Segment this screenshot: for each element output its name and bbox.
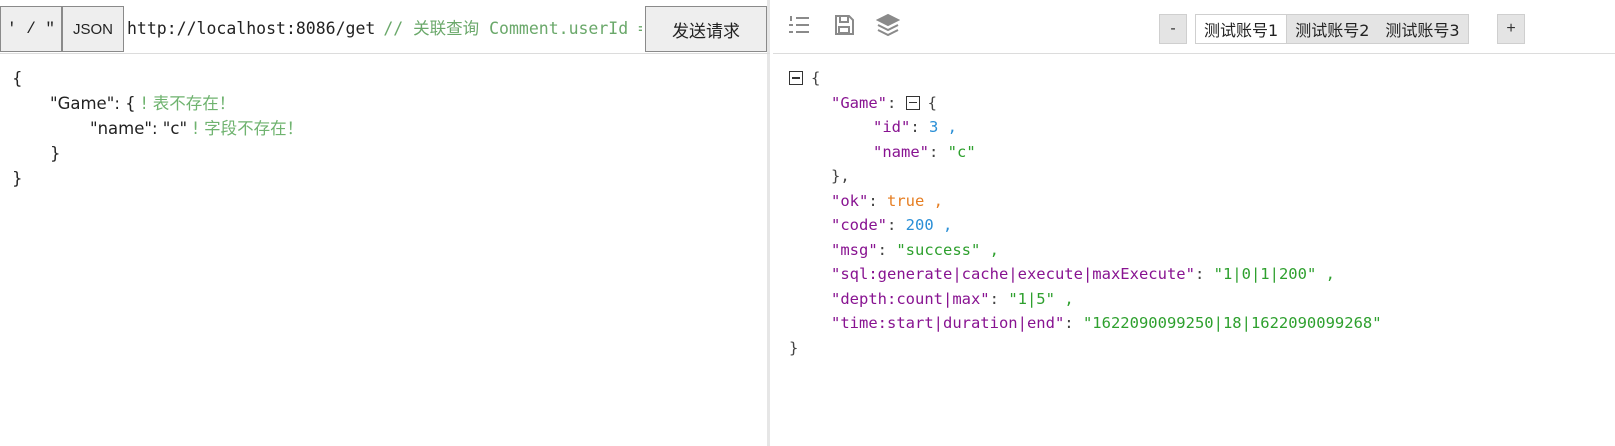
account-tabs: 测试账号1 测试账号2 测试账号3 — [1195, 14, 1469, 44]
json-key: "name" — [90, 119, 152, 138]
json-line: }, — [789, 164, 1382, 189]
json-key: "ok" — [831, 191, 869, 210]
send-request-button[interactable]: 发送请求 — [645, 6, 767, 52]
code-line: "name": "c" ! 字段不存在！ — [12, 116, 303, 141]
json-line: "ok": true , — [789, 189, 1382, 214]
code-line: { — [12, 66, 303, 91]
url-text: http://localhost:8086/get — [127, 19, 376, 38]
json-value: "1|0|1|200" — [1213, 265, 1317, 283]
json-key: "Game" — [831, 93, 887, 112]
json-key: "depth:count|max" — [831, 289, 990, 308]
json-line: "Game": { — [789, 91, 1382, 116]
tab-account-1[interactable]: 测试账号1 — [1196, 15, 1288, 43]
field-missing-warning: ! 字段不存在！ — [187, 119, 304, 138]
json-value: true — [887, 191, 925, 210]
url-comment: // 关联查询 Comment.userId = — [383, 19, 642, 38]
tab-account-2[interactable]: 测试账号2 — [1287, 15, 1377, 43]
brace: { — [12, 69, 23, 88]
json-value: "success" — [896, 240, 981, 259]
punctuation: : { — [114, 94, 136, 113]
quote-toggle-button[interactable]: ' / " — [0, 6, 62, 52]
brace: } — [12, 169, 23, 188]
brace: } — [50, 144, 61, 163]
json-line: } — [789, 336, 1382, 361]
collapse-icon[interactable] — [905, 95, 920, 110]
table-missing-warning: ! 表不存在！ — [135, 94, 236, 113]
layers-icon[interactable] — [876, 13, 900, 37]
list-icon[interactable] — [787, 13, 811, 37]
add-account-button[interactable]: + — [1497, 14, 1525, 44]
response-viewer: { "Game": { "id": 3 , "name": "c" }, "ok… — [789, 66, 1382, 360]
brace: } — [789, 338, 799, 357]
json-value: "1|5" — [1008, 289, 1055, 308]
remove-account-button[interactable]: - — [1159, 14, 1187, 44]
code-line: "Game": { ! 表不存在！ — [12, 91, 303, 116]
json-key: "time:start|duration|end" — [831, 314, 1065, 332]
code-line: } — [12, 166, 303, 191]
json-key: "id" — [873, 118, 911, 136]
brace: { — [927, 93, 938, 112]
json-line: "depth:count|max": "1|5" , — [789, 287, 1382, 312]
json-line: "time:start|duration|end": "162209009925… — [789, 311, 1382, 336]
tab-account-3[interactable]: 测试账号3 — [1377, 15, 1467, 43]
request-bar: ' / " JSON http://localhost:8086/get // 关… — [0, 0, 770, 54]
json-line: "msg": "success" , — [789, 238, 1382, 263]
brace: }, — [831, 167, 850, 185]
request-editor[interactable]: { "Game": { ! 表不存在！ "name": "c" ! 字段不存在！… — [12, 66, 303, 191]
json-key: "sql:generate|cache|execute|maxExecute" — [831, 265, 1195, 283]
json-line: "code": 200 , — [789, 213, 1382, 238]
json-line: "id": 3 , — [789, 115, 1382, 140]
json-value: "c" — [947, 142, 976, 161]
json-line: "name": "c" — [789, 140, 1382, 165]
json-key: "Game" — [50, 94, 115, 113]
url-input[interactable]: http://localhost:8086/get // 关联查询 Comment… — [127, 14, 642, 44]
response-toolbar: - 测试账号1 测试账号2 测试账号3 + — [773, 0, 1615, 54]
json-value: : "c" — [151, 119, 188, 138]
json-value: "1622090099250|18|1622090099268" — [1082, 314, 1382, 332]
json-format-button[interactable]: JSON — [62, 6, 124, 52]
json-line: { — [789, 66, 1382, 91]
json-line: "sql:generate|cache|execute|maxExecute":… — [789, 262, 1382, 287]
json-value: 3 — [929, 118, 939, 136]
code-line: } — [12, 141, 303, 166]
request-panel: ' / " JSON http://localhost:8086/get // 关… — [0, 0, 770, 446]
json-value: 200 — [905, 216, 934, 234]
brace: { — [811, 69, 821, 87]
response-panel: - 测试账号1 测试账号2 测试账号3 + { "Game": { "id": … — [773, 0, 1615, 446]
collapse-icon[interactable] — [789, 71, 803, 86]
json-key: "code" — [831, 216, 887, 234]
save-icon[interactable] — [832, 13, 856, 37]
json-key: "msg" — [831, 240, 878, 259]
json-key: "name" — [873, 142, 929, 161]
